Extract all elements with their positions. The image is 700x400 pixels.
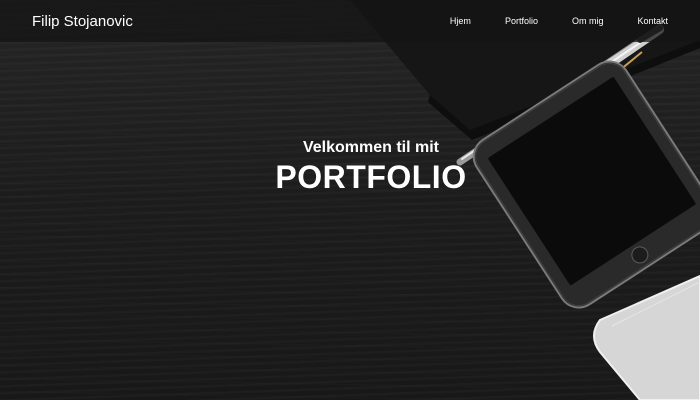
hero-heading-group: Velkommen til mit PORTFOLIO [0,138,700,196]
nav-link-hjem[interactable]: Hjem [450,16,471,26]
desk-background-image [350,0,700,400]
top-navbar: Filip Stojanovic Hjem Portfolio Om mig K… [0,0,700,42]
brand-logo-link[interactable]: Filip Stojanovic [32,13,133,30]
nav-link-kontakt[interactable]: Kontakt [637,16,668,26]
hero-title: PORTFOLIO [275,159,467,195]
hero-section: Filip Stojanovic Hjem Portfolio Om mig K… [0,0,700,400]
laptop-image [593,274,700,400]
nav-links: Hjem Portfolio Om mig Kontakt [450,16,668,26]
hero-subtitle: Velkommen til mit [302,139,440,156]
nav-link-om-mig[interactable]: Om mig [572,16,604,26]
nav-link-portfolio[interactable]: Portfolio [505,16,538,26]
